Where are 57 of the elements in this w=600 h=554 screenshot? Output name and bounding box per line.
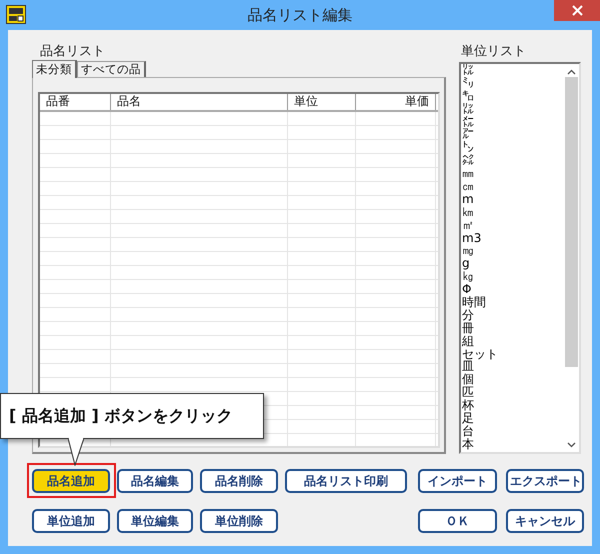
list-item[interactable]: ㍑ xyxy=(462,64,563,77)
list-item[interactable]: 時間 xyxy=(462,296,563,309)
section-label: 単位リスト xyxy=(460,43,527,60)
dialog-button[interactable]: 単位追加 xyxy=(32,509,110,533)
list-item[interactable]: セット xyxy=(462,348,563,360)
column-header[interactable]: 品名 xyxy=(111,94,288,110)
column-header[interactable]: 単価 xyxy=(356,94,436,110)
app-icon xyxy=(6,5,26,24)
close-button[interactable] xyxy=(554,0,600,21)
list-item[interactable]: 台 xyxy=(462,424,563,438)
list-item[interactable]: Φ xyxy=(462,283,563,296)
list-item[interactable]: ㎝ xyxy=(462,180,563,193)
dialog-button[interactable]: 単位削除 xyxy=(200,509,278,533)
list-item[interactable]: 組 xyxy=(462,334,563,348)
dialog-button[interactable]: エクスポート xyxy=(506,469,584,493)
dialog-button[interactable]: 単位編集 xyxy=(117,509,193,533)
list-item[interactable]: ㌃ xyxy=(462,128,563,142)
list-item[interactable]: ㎡ xyxy=(462,218,563,232)
section-label: 品名リスト xyxy=(39,43,106,60)
dialog-button[interactable]: 品名追加 xyxy=(32,469,110,493)
list-item[interactable]: ㎞ xyxy=(462,206,563,219)
column-header[interactable]: 品番 xyxy=(40,94,111,110)
close-icon xyxy=(572,5,582,16)
column-header[interactable]: 単位 xyxy=(288,94,356,110)
dialog-button[interactable]: インポート xyxy=(418,469,497,493)
dialog-button[interactable]: ＯＫ xyxy=(418,509,497,533)
list-item[interactable]: g xyxy=(462,257,563,270)
dialog-button[interactable]: キャンセル xyxy=(506,509,584,533)
list-item[interactable]: 足 xyxy=(462,412,563,425)
list-item[interactable]: ㌧ xyxy=(462,141,563,154)
dialog-button[interactable]: 品名削除 xyxy=(200,469,278,493)
list-item[interactable]: ㍉ xyxy=(462,76,563,90)
list-item[interactable]: 冊 xyxy=(462,322,563,335)
scroll-up-icon[interactable] xyxy=(566,69,576,75)
list-item[interactable]: 杯 xyxy=(462,399,563,412)
list-item[interactable]: 匹 xyxy=(462,386,563,400)
dialog-button[interactable]: 品名リスト印刷 xyxy=(285,469,407,493)
list-item[interactable]: m3 xyxy=(462,232,563,244)
list-item[interactable]: ㍑ xyxy=(462,102,563,116)
list-item[interactable]: ㎜ xyxy=(462,167,563,180)
scroll-down-icon[interactable] xyxy=(566,442,576,448)
list-item[interactable]: ㌶ xyxy=(462,154,563,168)
scroll-thumb[interactable] xyxy=(564,77,578,367)
list-item[interactable]: 個 xyxy=(462,373,563,386)
tab[interactable]: 未分類 xyxy=(32,60,77,78)
dialog-button[interactable]: 品名編集 xyxy=(117,469,193,493)
list-item[interactable]: ㎎ xyxy=(462,244,563,258)
callout-text: [ 品名追加 ] ボタンをクリック xyxy=(9,406,232,426)
list-item[interactable]: 分 xyxy=(462,308,563,322)
list-item[interactable]: ㌔ xyxy=(462,90,563,103)
list-item[interactable]: m xyxy=(462,192,563,206)
window-title: 品名リスト編集 xyxy=(248,6,352,24)
list-item[interactable]: 皿 xyxy=(462,360,563,374)
list-item[interactable]: 本 xyxy=(462,438,563,451)
list-item[interactable]: ㍍ xyxy=(462,116,563,128)
tab[interactable]: すべての品 xyxy=(77,61,146,77)
list-item[interactable]: ㎏ xyxy=(462,270,563,284)
